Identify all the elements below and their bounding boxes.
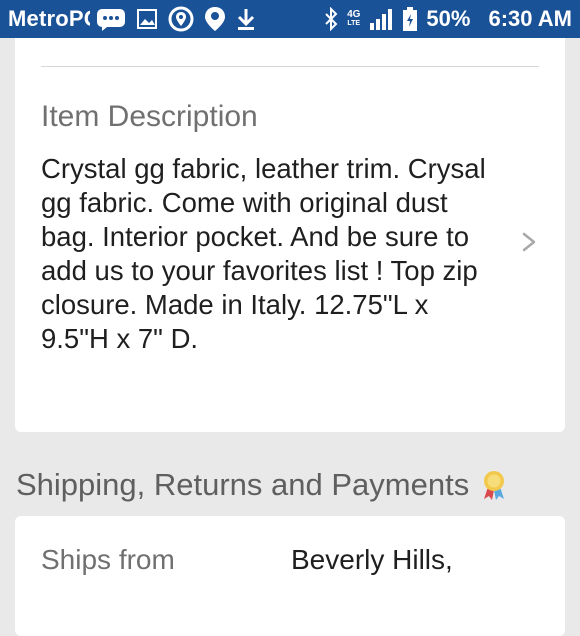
download-icon bbox=[236, 7, 256, 31]
location-icon bbox=[168, 6, 194, 32]
network-label: 4G bbox=[347, 9, 361, 20]
item-description-label: Item Description bbox=[41, 100, 258, 133]
signal-icon bbox=[368, 7, 394, 31]
system-status: 4G LTE 50% 6:30 AM bbox=[323, 6, 572, 32]
status-bar: MetroPCS 4G LTE 50% 6:30 bbox=[0, 0, 580, 38]
carrier-name: MetroPCS bbox=[8, 6, 90, 31]
bluetooth-icon bbox=[323, 7, 339, 31]
shipping-card: Ships from Beverly Hills, bbox=[15, 516, 565, 636]
item-description-text: Crystal gg fabric, leather trim. Crysal … bbox=[41, 153, 486, 354]
battery-icon bbox=[402, 6, 418, 32]
battery-percentage: 50% bbox=[426, 6, 471, 31]
divider bbox=[41, 66, 539, 67]
chevron-right-icon[interactable] bbox=[518, 231, 540, 253]
gallery-icon bbox=[136, 8, 158, 30]
message-icon bbox=[96, 7, 126, 31]
badge-icon bbox=[484, 471, 505, 500]
notification-icons bbox=[96, 6, 256, 32]
location-pin-icon bbox=[204, 6, 226, 32]
item-description-card[interactable]: Item Description Crystal gg fabric, leat… bbox=[15, 38, 565, 432]
shipping-heading-text: Shipping, Returns and Payments bbox=[16, 467, 470, 502]
ships-from-label: Ships from bbox=[41, 544, 175, 575]
network-sub-label: LTE bbox=[347, 20, 361, 27]
shipping-heading: Shipping, Returns and Payments bbox=[16, 467, 509, 503]
clock-time: 6:30 AM bbox=[488, 6, 572, 31]
ships-from-value: Beverly Hills, bbox=[291, 544, 453, 575]
4g-lte-icon: 4G LTE bbox=[347, 10, 360, 28]
